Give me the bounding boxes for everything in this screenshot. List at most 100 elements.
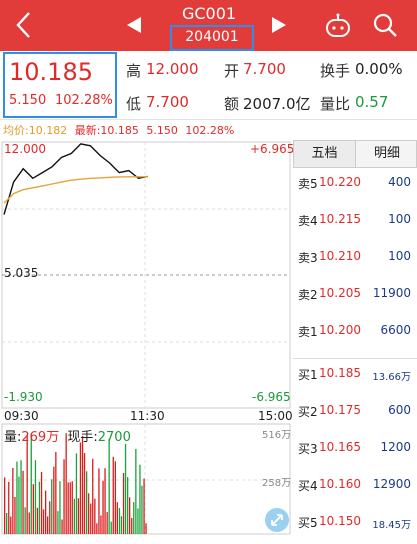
bid-row[interactable]: 买2 10.175 600 xyxy=(293,403,417,423)
low-value: 7.700 xyxy=(146,93,189,111)
volume-bar xyxy=(145,523,147,534)
volume-bar xyxy=(67,482,69,534)
turnover-label: 换手 xyxy=(320,62,351,80)
vol-top-label: 516万 xyxy=(262,430,292,441)
bid-row[interactable]: 买5 10.150 18.45万 xyxy=(293,514,417,534)
avg-price-line: 均价:10.182 最新:10.185 5.150 102.28% xyxy=(3,122,238,138)
level-price: 10.200 xyxy=(319,323,361,337)
volume-bar xyxy=(18,476,20,534)
level-price: 10.220 xyxy=(319,175,361,189)
volume-bar xyxy=(30,433,32,534)
volume-bar xyxy=(133,502,135,534)
volume-label: 量: xyxy=(4,430,22,445)
high-value: 12.000 xyxy=(146,60,199,78)
vol-mid-label: 258万 xyxy=(262,478,292,489)
volume-bar xyxy=(110,521,112,534)
level-volume: 12900 xyxy=(372,477,411,491)
volume-bar xyxy=(57,511,59,534)
volume-bar xyxy=(45,490,47,534)
volume-bar xyxy=(10,516,12,534)
pct-top-label: +6.965 xyxy=(250,142,295,156)
expand-icon[interactable] xyxy=(265,508,289,532)
ratio-label: 量比 xyxy=(320,95,351,113)
volume-bar xyxy=(8,481,10,534)
tab-five-levels[interactable]: 五档 xyxy=(294,141,356,167)
level-volume: 100 xyxy=(388,249,411,263)
volume-bar xyxy=(69,482,71,534)
ask-row[interactable]: 卖3 10.210 100 xyxy=(293,249,417,269)
prev-triangle-icon[interactable] xyxy=(127,17,141,33)
level-price: 10.215 xyxy=(319,212,361,226)
robot-icon[interactable] xyxy=(324,13,352,39)
level-name: 卖3 xyxy=(298,251,318,265)
volume-bar xyxy=(34,460,37,534)
level-volume: 600 xyxy=(388,403,411,417)
level-name: 买3 xyxy=(298,442,318,456)
bid-row[interactable]: 买4 10.160 12900 xyxy=(293,477,417,497)
volume-bar xyxy=(106,512,108,534)
volume-bar xyxy=(92,458,94,534)
y-mid-label: 5.035 xyxy=(4,266,39,280)
high-label: 高 xyxy=(126,62,142,80)
level-volume: 13.66万 xyxy=(372,372,411,383)
amount-label: 额 xyxy=(224,95,240,113)
volume-bar xyxy=(100,515,102,534)
level-name: 卖2 xyxy=(298,288,318,302)
level-name: 买2 xyxy=(298,405,318,419)
price-change-pct: 102.28% xyxy=(55,93,113,108)
search-icon[interactable] xyxy=(372,12,398,38)
volume-bar xyxy=(94,498,96,534)
volume-bar xyxy=(51,479,53,534)
next-triangle-icon[interactable] xyxy=(272,17,286,33)
volume-value: 269万 xyxy=(21,430,60,445)
volume-bar xyxy=(86,471,88,534)
volume-bar xyxy=(42,509,45,534)
volume-bar xyxy=(55,451,57,534)
volume-bar xyxy=(135,448,137,534)
volume-bar xyxy=(16,461,18,534)
level-volume: 1200 xyxy=(380,440,411,454)
price-change: 5.150 xyxy=(9,93,47,108)
bid-row[interactable]: 买1 10.185 13.66万 xyxy=(293,366,417,386)
tab-details[interactable]: 明细 xyxy=(356,141,417,167)
current-price: 10.185 xyxy=(9,58,93,86)
volume-bar xyxy=(79,442,82,534)
level-price: 10.175 xyxy=(319,403,361,417)
volume-bar xyxy=(24,507,26,534)
level-price: 10.210 xyxy=(319,249,361,263)
volume-bar xyxy=(6,513,8,534)
top-header: GC001 204001 xyxy=(0,0,417,51)
stock-code: 204001 xyxy=(185,29,239,45)
level-name: 卖5 xyxy=(298,177,318,191)
volume-bar xyxy=(26,434,28,534)
volume-bar xyxy=(102,480,104,534)
volume-bar xyxy=(108,438,110,534)
ask-row[interactable]: 卖2 10.205 11900 xyxy=(293,286,417,306)
volume-bar xyxy=(114,461,116,534)
back-arrow-icon[interactable] xyxy=(14,10,34,40)
bid-row[interactable]: 买3 10.165 1200 xyxy=(293,440,417,460)
volume-bar xyxy=(120,516,123,534)
ask-row[interactable]: 卖5 10.220 400 xyxy=(293,175,417,195)
volume-bar xyxy=(112,456,114,534)
volume-bar xyxy=(81,435,84,534)
current-hand-label: 现手: xyxy=(67,430,98,445)
y-bottom-label: -1.930 xyxy=(4,390,43,404)
volume-bar xyxy=(141,485,143,534)
volume-bar xyxy=(124,443,127,534)
ask-row[interactable]: 卖1 10.200 6600 xyxy=(293,323,417,343)
open-label: 开 xyxy=(224,62,240,80)
order-book: 五档 明细 卖5 10.220 400 卖4 10.215 100 卖3 10.210 100 卖… xyxy=(293,140,417,540)
ask-row[interactable]: 卖4 10.215 100 xyxy=(293,212,417,232)
volume-bar xyxy=(28,512,30,534)
volume-bar xyxy=(96,523,98,534)
intraday-chart[interactable]: 12.000 5.035 -1.930 +6.965 -6.965 09:30 … xyxy=(0,138,295,538)
volume-bar xyxy=(129,497,131,534)
avg-change: 5.150 xyxy=(146,124,178,137)
volume-bar xyxy=(40,472,43,534)
y-top-label: 12.000 xyxy=(4,142,46,156)
level-name: 卖4 xyxy=(298,214,318,228)
volume-bar xyxy=(122,473,125,534)
volume-bar xyxy=(131,517,133,534)
level-volume: 11900 xyxy=(372,286,411,300)
